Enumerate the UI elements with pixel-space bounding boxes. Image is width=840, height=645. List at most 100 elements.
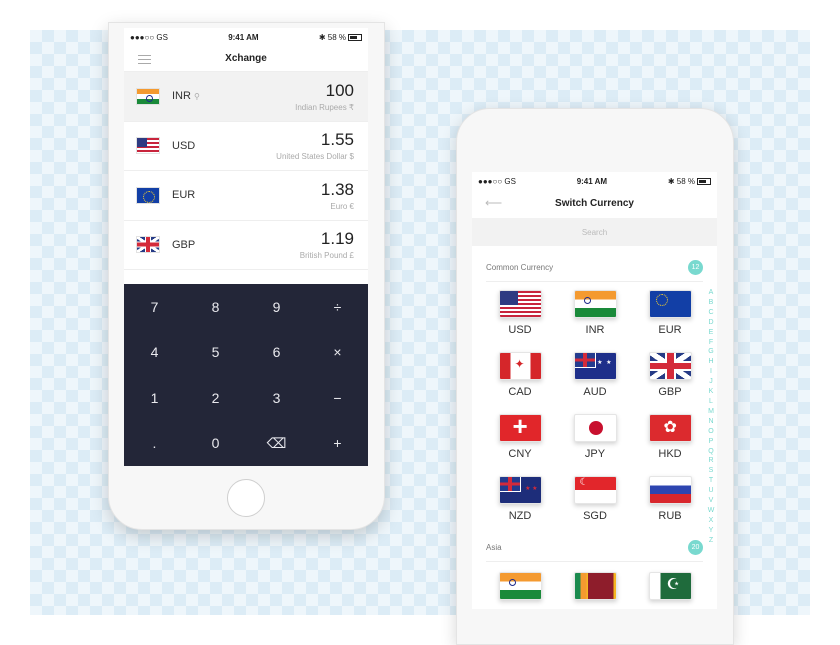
- numeric-keypad: 7 8 9 ÷ 4 5 6 × 1 2 3 − . 0 ⌫ +: [124, 284, 368, 466]
- currency-amount[interactable]: 1.19: [300, 229, 354, 249]
- alphabet-letter[interactable]: T: [709, 476, 713, 486]
- location-pin-icon: ⚲: [193, 91, 200, 101]
- currency-grid: USD INR EUR CAD AUD GBP CNY JPY HKD NZD …: [472, 290, 717, 538]
- currency-code: RUB: [658, 510, 682, 522]
- key-8[interactable]: 8: [185, 284, 246, 330]
- carrier-signal: ●●●○○ GS: [130, 32, 168, 42]
- app-title: Xchange: [225, 53, 267, 64]
- key-3[interactable]: 3: [246, 375, 307, 421]
- alphabet-letter[interactable]: B: [709, 298, 714, 308]
- alphabet-letter[interactable]: A: [709, 288, 714, 298]
- currency-tile-usd[interactable]: USD: [483, 290, 557, 352]
- usa-flag-icon: [498, 290, 542, 318]
- key-plus[interactable]: +: [307, 421, 368, 467]
- currency-amount[interactable]: 100: [295, 81, 354, 101]
- key-4[interactable]: 4: [124, 330, 185, 376]
- key-2[interactable]: 2: [185, 375, 246, 421]
- india-flag-icon: [573, 290, 617, 318]
- currency-code: GBP: [172, 238, 196, 251]
- currency-row-inr[interactable]: INR ⚲ 100 Indian Rupees ₹: [124, 72, 368, 122]
- search-input[interactable]: Search: [472, 218, 717, 246]
- currency-tile-jpy[interactable]: JPY: [558, 414, 632, 476]
- alphabet-letter[interactable]: N: [708, 417, 713, 427]
- australia-flag-icon: [573, 352, 617, 380]
- alphabet-letter[interactable]: I: [710, 367, 712, 377]
- divider: [486, 561, 703, 562]
- alphabet-letter[interactable]: X: [709, 516, 714, 526]
- pakistan-flag-icon: [648, 572, 692, 600]
- currency-row-usd[interactable]: USD 1.55 United States Dollar $: [124, 122, 368, 171]
- key-1[interactable]: 1: [124, 375, 185, 421]
- alphabet-letter[interactable]: U: [708, 486, 713, 496]
- nav-bar: Xchange: [124, 46, 368, 72]
- alphabet-letter[interactable]: O: [708, 427, 713, 437]
- currency-tile-sgd[interactable]: SGD: [558, 476, 632, 538]
- alphabet-index[interactable]: ABCDEFGHIJKLMNOPQRSTUVWXYZ: [706, 288, 716, 546]
- currency-name: British Pound £: [299, 251, 354, 261]
- status-bar: ●●●○○ GS 9:41 AM ✱ 58 %: [472, 172, 717, 190]
- alphabet-letter[interactable]: M: [708, 407, 714, 417]
- key-minus[interactable]: −: [307, 375, 368, 421]
- backspace-icon[interactable]: ⌫: [246, 421, 307, 467]
- currency-code: EUR: [658, 324, 682, 336]
- currency-tile-eur[interactable]: EUR: [633, 290, 707, 352]
- section-label: Asia: [486, 543, 502, 552]
- currency-tile-aud[interactable]: AUD: [558, 352, 632, 414]
- key-7[interactable]: 7: [124, 284, 185, 330]
- key-9[interactable]: 9: [246, 284, 307, 330]
- menu-icon[interactable]: [138, 55, 151, 64]
- sri-lanka-flag-icon: [573, 572, 617, 600]
- alphabet-letter[interactable]: C: [708, 308, 713, 318]
- currency-tile-asia-3[interactable]: [633, 572, 707, 609]
- currency-row-gbp[interactable]: GBP 1.19 British Pound £: [124, 221, 368, 270]
- carrier-signal: ●●●○○ GS: [478, 176, 516, 186]
- currency-tile-cny[interactable]: CNY: [483, 414, 557, 476]
- currency-tile-rub[interactable]: RUB: [633, 476, 707, 538]
- alphabet-letter[interactable]: V: [709, 496, 714, 506]
- russia-flag-icon: [648, 476, 692, 504]
- currency-grid-asia: [472, 572, 717, 609]
- key-divide[interactable]: ÷: [307, 284, 368, 330]
- key-5[interactable]: 5: [185, 330, 246, 376]
- nav-bar: ⟵ Switch Currency: [472, 190, 717, 216]
- alphabet-letter[interactable]: P: [709, 437, 714, 447]
- key-multiply[interactable]: ×: [307, 330, 368, 376]
- currency-code: JPY: [584, 448, 606, 460]
- alphabet-letter[interactable]: Z: [709, 536, 713, 546]
- alphabet-letter[interactable]: G: [708, 347, 713, 357]
- currency-name: Indian Rupees ₹: [295, 102, 354, 112]
- alphabet-letter[interactable]: Q: [708, 447, 713, 457]
- currency-amount[interactable]: 1.55: [276, 130, 354, 150]
- home-button[interactable]: [227, 479, 265, 517]
- currency-tile-asia-1[interactable]: [483, 572, 557, 609]
- currency-code: EUR: [172, 189, 196, 202]
- alphabet-letter[interactable]: L: [709, 397, 713, 407]
- currency-tile-gbp[interactable]: GBP: [633, 352, 707, 414]
- currency-amount[interactable]: 1.38: [321, 180, 354, 200]
- alphabet-letter[interactable]: Y: [709, 526, 714, 536]
- alphabet-letter[interactable]: K: [709, 387, 714, 397]
- currency-tile-asia-2[interactable]: [558, 572, 632, 609]
- uk-flag-icon: [136, 236, 160, 254]
- alphabet-letter[interactable]: W: [708, 506, 715, 516]
- alphabet-letter[interactable]: J: [709, 377, 713, 387]
- alphabet-letter[interactable]: H: [708, 357, 713, 367]
- uk-flag-icon: [648, 352, 692, 380]
- alphabet-letter[interactable]: F: [709, 338, 713, 348]
- alphabet-letter[interactable]: E: [709, 328, 714, 338]
- xchange-screen: ●●●○○ GS 9:41 AM ✱ 58 % Xchange INR ⚲ 10…: [124, 28, 368, 466]
- key-6[interactable]: 6: [246, 330, 307, 376]
- currency-tile-hkd[interactable]: HKD: [633, 414, 707, 476]
- section-header-asia: Asia 20: [472, 540, 717, 555]
- alphabet-letter[interactable]: D: [708, 318, 713, 328]
- key-decimal[interactable]: .: [124, 421, 185, 467]
- currency-tile-inr[interactable]: INR: [558, 290, 632, 352]
- currency-tile-nzd[interactable]: NZD: [483, 476, 557, 538]
- alphabet-letter[interactable]: R: [708, 456, 713, 466]
- back-arrow-icon[interactable]: ⟵: [485, 196, 502, 210]
- key-0[interactable]: 0: [185, 421, 246, 467]
- currency-tile-cad[interactable]: CAD: [483, 352, 557, 414]
- alphabet-letter[interactable]: S: [709, 466, 714, 476]
- currency-row-eur[interactable]: EUR 1.38 Euro €: [124, 171, 368, 221]
- japan-flag-icon: [573, 414, 617, 442]
